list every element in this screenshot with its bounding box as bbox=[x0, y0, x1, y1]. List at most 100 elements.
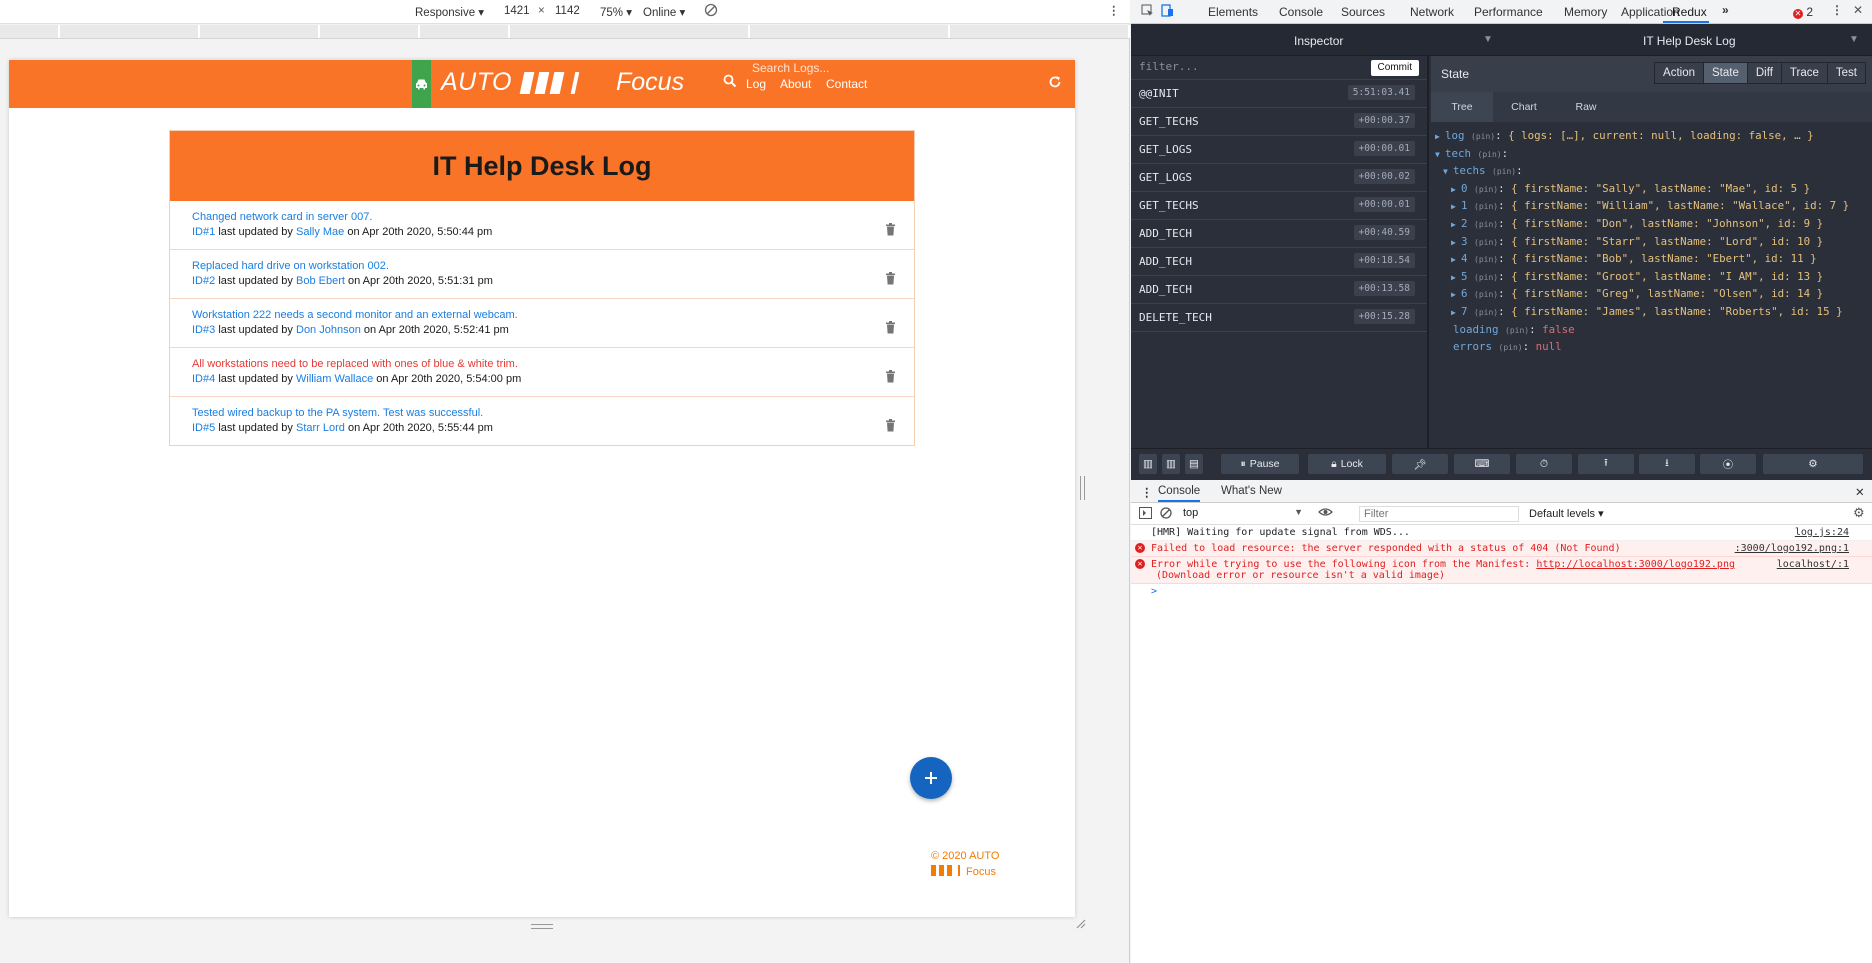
devtools-menu-icon[interactable]: ⋮ bbox=[1831, 3, 1843, 17]
tree-node-tech-item[interactable]: ▶ 6 (pin): { firstName: "Greg", lastName:… bbox=[1435, 286, 1872, 304]
expand-arrow-icon[interactable]: ▶ bbox=[1451, 217, 1461, 234]
expand-arrow-icon[interactable]: ▶ bbox=[1451, 252, 1461, 269]
zoom-select[interactable]: 75% ▾ bbox=[600, 5, 632, 19]
search-icon[interactable] bbox=[723, 74, 737, 91]
instance-select[interactable]: IT Help Desk Log bbox=[1643, 34, 1736, 48]
tab-elements[interactable]: Elements bbox=[1208, 5, 1258, 19]
tree-node-tech-item[interactable]: ▶ 7 (pin): { firstName: "James", lastName… bbox=[1435, 304, 1872, 322]
live-expression-icon[interactable] bbox=[1318, 506, 1333, 521]
pin-link[interactable]: (pin) bbox=[1471, 132, 1495, 141]
tree-node-tech-item[interactable]: ▶ 0 (pin): { firstName: "Sally", lastName… bbox=[1435, 181, 1872, 199]
width-input[interactable]: 1421 bbox=[504, 5, 530, 17]
expand-arrow-icon[interactable]: ▶ bbox=[1451, 199, 1461, 216]
tab-redux[interactable]: Redux bbox=[1672, 5, 1707, 19]
expand-arrow-icon[interactable]: ▶ bbox=[1451, 270, 1461, 287]
rotate-icon[interactable] bbox=[704, 3, 718, 20]
side-resize-handle[interactable] bbox=[1080, 476, 1085, 500]
pin-button[interactable]: 📌︎ bbox=[1392, 454, 1448, 474]
device-select[interactable]: Responsive ▾ bbox=[415, 5, 484, 19]
mode-tab-trace[interactable]: Trace bbox=[1782, 63, 1828, 83]
context-select[interactable]: top ▼ bbox=[1183, 507, 1303, 519]
pin-link[interactable]: (pin) bbox=[1474, 238, 1498, 247]
action-list-item[interactable]: @@INIT 5:51:03.41 bbox=[1131, 80, 1427, 108]
error-counter[interactable]: ✕ 2 bbox=[1793, 5, 1813, 19]
action-list-item[interactable]: GET_LOGS +00:00.02 bbox=[1131, 164, 1427, 192]
pin-link[interactable]: (pin) bbox=[1505, 326, 1529, 335]
action-list-item[interactable]: ADD_TECH +00:18.54 bbox=[1131, 248, 1427, 276]
action-list-item[interactable]: GET_LOGS +00:00.01 bbox=[1131, 136, 1427, 164]
sidebar-toggle-icon[interactable] bbox=[1139, 507, 1152, 522]
settings-icon[interactable]: ⚙ bbox=[1763, 454, 1863, 474]
tab-drawer-console[interactable]: Console bbox=[1158, 485, 1201, 502]
layout-bottom-icon[interactable]: ▤ bbox=[1185, 454, 1203, 474]
pause-button[interactable]: ⏸ Pause bbox=[1221, 454, 1299, 474]
layout-right-icon[interactable]: ▥ bbox=[1162, 454, 1180, 474]
search-input[interactable] bbox=[752, 60, 872, 76]
pin-link[interactable]: (pin) bbox=[1474, 255, 1498, 264]
expand-arrow-icon[interactable]: ▼ bbox=[1443, 164, 1453, 181]
action-list-item[interactable]: GET_TECHS +00:00.01 bbox=[1131, 192, 1427, 220]
close-drawer-icon[interactable]: ✕ bbox=[1855, 485, 1865, 499]
mode-tab-diff[interactable]: Diff bbox=[1748, 63, 1782, 83]
commit-button[interactable]: Commit bbox=[1370, 60, 1419, 76]
tree-node-tech-item[interactable]: ▶ 4 (pin): { firstName: "Bob", lastName: … bbox=[1435, 251, 1872, 269]
console-filter-input[interactable] bbox=[1359, 506, 1519, 522]
pin-link[interactable]: (pin) bbox=[1474, 290, 1498, 299]
expand-arrow-icon[interactable]: ▶ bbox=[1451, 287, 1461, 304]
tree-node-tech-item[interactable]: ▶ 2 (pin): { firstName: "Don", lastName: … bbox=[1435, 216, 1872, 234]
log-message-link[interactable]: Changed network card in server 007. bbox=[192, 211, 914, 224]
expand-arrow-icon[interactable]: ▶ bbox=[1451, 182, 1461, 199]
view-tab-chart[interactable]: Chart bbox=[1493, 92, 1555, 122]
monitor-dropdown-icon[interactable]: ▼ bbox=[1483, 34, 1493, 45]
remote-icon[interactable]: ⦿ bbox=[1700, 454, 1756, 474]
corner-resize-handle[interactable] bbox=[1076, 918, 1086, 932]
action-filter-input[interactable] bbox=[1139, 60, 1319, 73]
height-input[interactable]: 1142 bbox=[555, 5, 580, 17]
tree-node-log[interactable]: ▶ log (pin): { logs: […], current: null, … bbox=[1435, 128, 1872, 146]
expand-arrow-icon[interactable]: ▼ bbox=[1435, 147, 1445, 164]
log-message-link[interactable]: Replaced hard drive on workstation 002. bbox=[192, 260, 914, 273]
expand-arrow-icon[interactable]: ▶ bbox=[1451, 235, 1461, 252]
tree-node-errors[interactable]: errors (pin): null bbox=[1435, 339, 1872, 357]
action-list-item[interactable]: GET_TECHS +00:00.37 bbox=[1131, 108, 1427, 136]
dispatcher-icon[interactable]: ⌨ bbox=[1454, 454, 1510, 474]
drawer-menu-icon[interactable]: ⋮ bbox=[1141, 485, 1153, 499]
pin-link[interactable]: (pin) bbox=[1474, 202, 1498, 211]
pin-link[interactable]: (pin) bbox=[1474, 273, 1498, 282]
tree-node-tech-item[interactable]: ▶ 1 (pin): { firstName: "William", lastNa… bbox=[1435, 198, 1872, 216]
tree-node-tech-item[interactable]: ▶ 5 (pin): { firstName: "Groot", lastName… bbox=[1435, 269, 1872, 287]
tree-node-loading[interactable]: loading (pin): false bbox=[1435, 322, 1872, 340]
monitor-select[interactable]: Inspector bbox=[1294, 34, 1343, 48]
view-tab-tree[interactable]: Tree bbox=[1431, 92, 1493, 122]
tab-application[interactable]: Application bbox=[1621, 5, 1680, 19]
nav-contact-link[interactable]: Contact bbox=[826, 77, 867, 91]
tab-network[interactable]: Network bbox=[1410, 5, 1454, 19]
expand-arrow-icon[interactable]: ▶ bbox=[1435, 129, 1445, 146]
clear-console-icon[interactable] bbox=[1160, 507, 1172, 522]
lock-button[interactable]: 🔒︎ Lock bbox=[1308, 454, 1386, 474]
delete-log-icon[interactable] bbox=[885, 419, 896, 435]
add-log-button[interactable] bbox=[910, 757, 952, 799]
expand-arrow-icon[interactable]: ▶ bbox=[1451, 305, 1461, 322]
console-source-link[interactable]: log.js:24 bbox=[1795, 527, 1849, 538]
view-tab-raw[interactable]: Raw bbox=[1555, 92, 1617, 122]
delete-log-icon[interactable] bbox=[885, 272, 896, 288]
refresh-icon[interactable] bbox=[1048, 75, 1062, 92]
mode-tab-state[interactable]: State bbox=[1704, 63, 1748, 83]
mode-tab-test[interactable]: Test bbox=[1828, 63, 1865, 83]
pin-link[interactable]: (pin) bbox=[1474, 308, 1498, 317]
action-list-item[interactable]: DELETE_TECH +00:15.28 bbox=[1131, 304, 1427, 332]
mode-tab-action[interactable]: Action bbox=[1655, 63, 1705, 83]
network-select[interactable]: Online ▾ bbox=[643, 5, 685, 19]
pin-link[interactable]: (pin) bbox=[1492, 167, 1516, 176]
tree-node-tech[interactable]: ▼ tech (pin): bbox=[1435, 146, 1872, 164]
action-list-item[interactable]: ADD_TECH +00:40.59 bbox=[1131, 220, 1427, 248]
tab-whats-new[interactable]: What's New bbox=[1221, 485, 1282, 497]
console-source-link[interactable]: :3000/logo192.png:1 bbox=[1735, 543, 1849, 554]
inspect-element-icon[interactable] bbox=[1141, 4, 1154, 20]
tab-memory[interactable]: Memory bbox=[1564, 5, 1607, 19]
console-settings-icon[interactable]: ⚙ bbox=[1853, 505, 1865, 521]
log-message-link[interactable]: All workstations need to be replaced wit… bbox=[192, 358, 914, 371]
log-message-link[interactable]: Workstation 222 needs a second monitor a… bbox=[192, 309, 914, 322]
pin-link[interactable]: (pin) bbox=[1474, 220, 1498, 229]
